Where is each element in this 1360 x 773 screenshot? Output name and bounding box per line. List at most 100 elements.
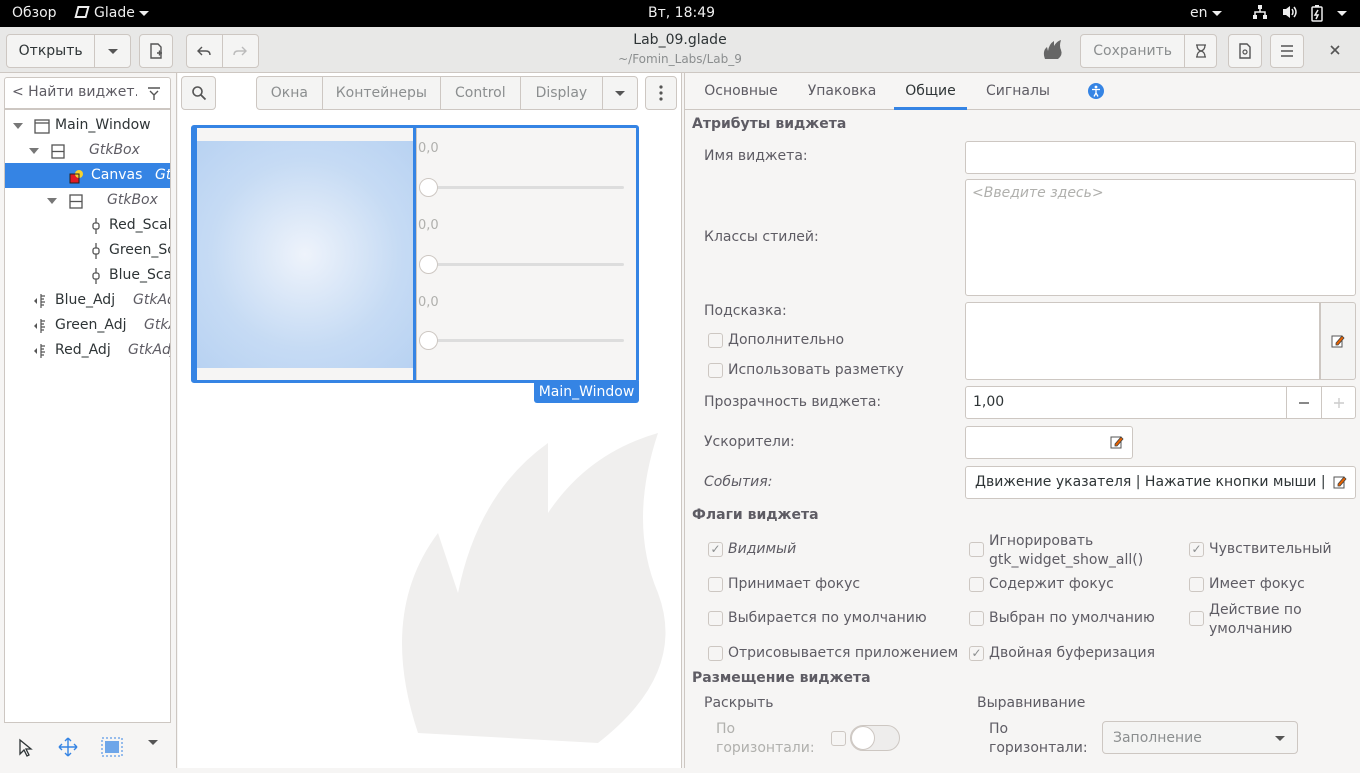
glade-app-icon — [74, 6, 90, 18]
main-window-preview[interactable]: 0,0 0,0 0,0 — [191, 125, 639, 383]
app-paintable-checkbox[interactable] — [708, 646, 723, 661]
edit-icon — [1331, 335, 1345, 348]
blue-scale-slider[interactable] — [419, 331, 438, 350]
edit-icon[interactable] — [1110, 435, 1124, 449]
palette-tab-display[interactable]: Display — [521, 77, 604, 109]
visible-checkbox[interactable]: ✓ — [708, 542, 723, 557]
is-focus-checkbox[interactable] — [1189, 577, 1204, 592]
widget-search-field[interactable]: < Найти виджет... — [4, 77, 171, 109]
volume-icon[interactable] — [1281, 4, 1299, 24]
widget-tree[interactable]: Main_Window GtkBox Canvas Gt GtkBox Red_Scal G… — [4, 109, 171, 723]
expand-horizontal-checkbox[interactable] — [831, 731, 846, 746]
undo-button[interactable] — [187, 35, 223, 67]
glade-logo-icon[interactable] — [1041, 37, 1065, 67]
expander-open-icon[interactable] — [47, 198, 57, 204]
events-input[interactable]: Движение указателя | Нажатие кнопки мыши… — [965, 466, 1356, 499]
red-scale-slider[interactable] — [419, 178, 438, 197]
tree-row[interactable]: GtkBox — [5, 188, 170, 213]
section-widget-attributes: Атрибуты виджета — [692, 116, 847, 132]
alignment-label: Выравнивание — [977, 695, 1086, 711]
has-focus-checkbox[interactable] — [969, 577, 984, 592]
tree-row[interactable]: Green_Adj GtkA — [5, 313, 170, 338]
tooltip-edit-button[interactable] — [1320, 302, 1356, 380]
preview-button[interactable] — [1228, 34, 1262, 68]
expander-open-icon[interactable] — [29, 148, 39, 154]
widget-name-input[interactable] — [965, 141, 1356, 174]
new-file-button[interactable] — [139, 34, 173, 68]
tree-row[interactable]: Red_Scal — [5, 213, 170, 238]
receives-default-checkbox[interactable] — [1189, 611, 1204, 626]
app-menu[interactable]: Glade — [74, 5, 149, 21]
opacity-label: Прозрачность виджета: — [704, 394, 882, 410]
clock[interactable]: Вт, 18:49 — [648, 5, 715, 21]
redo-button[interactable] — [223, 35, 259, 67]
tree-row[interactable]: GtkBox — [5, 138, 170, 163]
tree-row[interactable]: Blue_Adj GtkAd — [5, 288, 170, 313]
align-horizontal-value: Заполнение — [1113, 729, 1202, 746]
expand-horizontal-switch[interactable] — [850, 725, 900, 751]
widget-search-input[interactable]: < Найти виджет... — [12, 84, 137, 100]
green-scale-trough[interactable] — [430, 263, 624, 266]
filter-icon[interactable] — [146, 85, 162, 101]
can-focus-checkbox[interactable] — [708, 577, 723, 592]
palette-search-button[interactable] — [181, 76, 216, 110]
palette-tab-containers[interactable]: Контейнеры — [323, 77, 442, 109]
save-options-button[interactable] — [1185, 35, 1216, 67]
tree-row[interactable]: Green_Sc — [5, 238, 170, 263]
system-menu[interactable] — [1333, 5, 1347, 21]
accelerators-label: Ускорители: — [704, 434, 795, 450]
canvas-drawing-area[interactable] — [197, 141, 413, 368]
margin-edit-icon[interactable] — [101, 737, 123, 757]
has-default-checkbox[interactable] — [969, 611, 984, 626]
palette-tab-control[interactable]: Control — [441, 77, 521, 109]
tool-dropdown[interactable] — [148, 740, 158, 761]
red-scale-trough[interactable] — [430, 186, 624, 189]
opacity-decrement-button[interactable] — [1286, 387, 1321, 418]
sensitive-checkbox[interactable]: ✓ — [1189, 542, 1204, 557]
palette-more-dropdown[interactable] — [603, 77, 637, 109]
activities-button[interactable]: Обзор — [12, 5, 57, 21]
tree-row[interactable]: Main_Window — [5, 113, 170, 138]
tab-signals[interactable]: Сигналы — [979, 73, 1057, 110]
language-code: en — [1190, 5, 1208, 21]
opacity-spinbutton: 1,00 — [965, 386, 1356, 419]
save-button[interactable]: Сохранить — [1081, 35, 1186, 67]
chevron-down-icon — [148, 740, 158, 761]
tab-general[interactable]: Основные — [698, 73, 784, 110]
tab-packing[interactable]: Упаковка — [802, 73, 882, 110]
drag-resize-icon[interactable] — [58, 737, 78, 757]
tab-accessibility[interactable] — [1081, 73, 1111, 110]
palette-menu-button[interactable] — [645, 76, 677, 110]
opacity-value[interactable]: 1,00 — [973, 394, 1004, 410]
ignore-show-all-checkbox[interactable] — [969, 542, 984, 557]
use-markup-checkbox[interactable] — [708, 363, 723, 378]
tab-common[interactable]: Общие — [894, 73, 967, 110]
recent-dropdown-button[interactable] — [95, 35, 130, 67]
opacity-increment-button[interactable] — [1321, 387, 1356, 418]
select-pointer-icon[interactable] — [17, 738, 35, 758]
expander-open-icon[interactable] — [13, 123, 23, 129]
network-icon[interactable] — [1252, 4, 1268, 24]
new-document-icon — [150, 43, 162, 59]
tooltip-input[interactable] — [965, 302, 1320, 380]
blue-scale-trough[interactable] — [430, 339, 624, 342]
tree-row[interactable]: Canvas Gt — [5, 163, 170, 188]
double-buffered-checkbox[interactable]: ✓ — [969, 646, 984, 661]
main-menu-button[interactable] — [1270, 34, 1304, 68]
close-window-button[interactable] — [1326, 41, 1344, 63]
language-indicator[interactable]: en — [1190, 5, 1222, 21]
extra-checkbox[interactable] — [708, 333, 723, 348]
green-scale-slider[interactable] — [419, 255, 438, 274]
palette-tab-windows[interactable]: Окна — [257, 77, 323, 109]
tree-row[interactable]: Blue_Sca — [5, 263, 170, 288]
accelerators-input[interactable] — [965, 426, 1133, 459]
tree-row[interactable]: Red_Adj GtkAdj — [5, 338, 170, 363]
green-scale-value: 0,0 — [418, 218, 439, 233]
edit-icon[interactable] — [1333, 475, 1347, 489]
align-horizontal-select[interactable]: Заполнение — [1102, 721, 1298, 754]
can-default-checkbox[interactable] — [708, 611, 723, 626]
open-button[interactable]: Открыть — [7, 35, 96, 67]
tree-row-name: Red_Adj — [55, 342, 111, 358]
style-classes-input[interactable]: <Введите здесь> — [965, 179, 1356, 296]
battery-icon[interactable] — [1310, 4, 1324, 26]
